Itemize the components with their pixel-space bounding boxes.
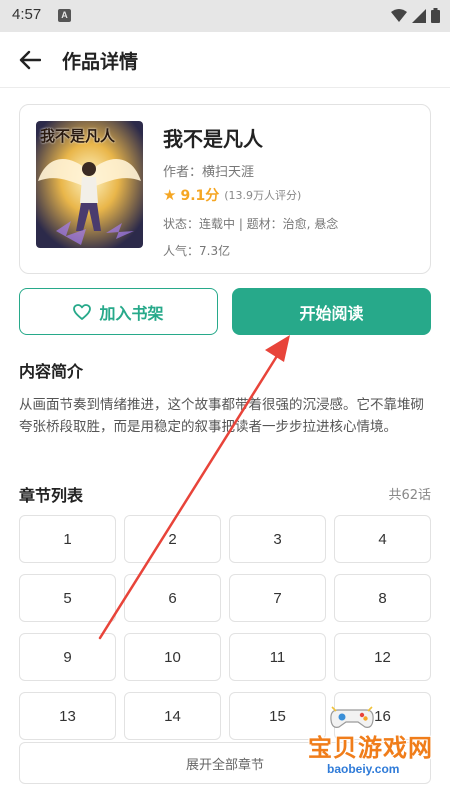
intro-title: 内容简介 (19, 362, 84, 381)
arrow-left-icon (19, 50, 41, 70)
chapter-list-title: 章节列表 (19, 486, 84, 505)
chapter-cell[interactable]: 12 (334, 633, 431, 681)
chapter-cell[interactable]: 1 (19, 515, 116, 563)
book-status: 状态：连载中 | 题材：治愈, 悬念 (163, 217, 339, 231)
start-reading-label: 开始阅读 (299, 303, 364, 323)
rating-count: (13.9万人评分) (224, 189, 302, 202)
add-to-shelf-button[interactable]: 加入书架 (19, 288, 218, 335)
signal-icon (412, 8, 426, 23)
rating-score: 9.1分 (180, 188, 220, 204)
start-reading-button[interactable]: 开始阅读 (232, 288, 431, 335)
author-label: 作者：横扫天涯 (163, 165, 255, 180)
status-time: 4:57 (12, 6, 42, 23)
site-watermark: 宝贝游戏网 baobeiy.com (300, 706, 450, 782)
chapter-cell[interactable]: 13 (19, 692, 116, 740)
chapter-cell[interactable]: 9 (19, 633, 116, 681)
intro-text: 从画面节奏到情绪推进，这个故事都带着很强的沉浸感。它不靠堆砌夸张桥段取胜，而是用… (19, 397, 424, 435)
chapter-cell[interactable]: 10 (124, 633, 221, 681)
chapter-cell[interactable]: 8 (334, 574, 431, 622)
chapter-cell[interactable]: 2 (124, 515, 221, 563)
rating: ★ 9.1分 (13.9万人评分) (163, 185, 301, 205)
add-to-shelf-label: 加入书架 (99, 303, 164, 323)
chapter-cell[interactable]: 4 (334, 515, 431, 563)
app-bar: 作品详情 (0, 32, 450, 88)
watermark-url: baobeiy.com (324, 762, 403, 776)
chapter-cell[interactable]: 6 (124, 574, 221, 622)
chapter-cell[interactable]: 11 (229, 633, 326, 681)
status-bar: 4:57 A (0, 0, 450, 32)
heart-icon (73, 303, 92, 320)
book-title: 我不是凡人 (163, 127, 263, 151)
book-cover[interactable]: 我不是凡人 (36, 121, 143, 248)
book-info-card: 我不是凡人 我不是凡人 作者：横扫天涯 ★ 9.1分 (13.9万人评分) 状态… (19, 104, 431, 274)
wifi-icon (391, 8, 407, 22)
status-icons (391, 8, 440, 23)
page-title: 作品详情 (62, 51, 139, 73)
notification-icon: A (58, 9, 71, 22)
chapter-count: 共62话 (388, 488, 431, 503)
book-popularity: 人气：7.3亿 (163, 244, 231, 258)
cover-title-art: 我不是凡人 (40, 127, 116, 145)
chapter-cell[interactable]: 5 (19, 574, 116, 622)
expand-all-chapters-label: 展开全部章节 (185, 757, 264, 773)
watermark-text: 宝贝游戏网 (308, 734, 433, 762)
chapter-cell[interactable]: 3 (229, 515, 326, 563)
gamepad-icon (330, 706, 374, 728)
chapter-cell[interactable]: 14 (124, 692, 221, 740)
chapter-cell[interactable]: 7 (229, 574, 326, 622)
back-button[interactable] (16, 46, 44, 74)
star-icon: ★ (163, 186, 177, 204)
battery-icon (431, 8, 440, 23)
